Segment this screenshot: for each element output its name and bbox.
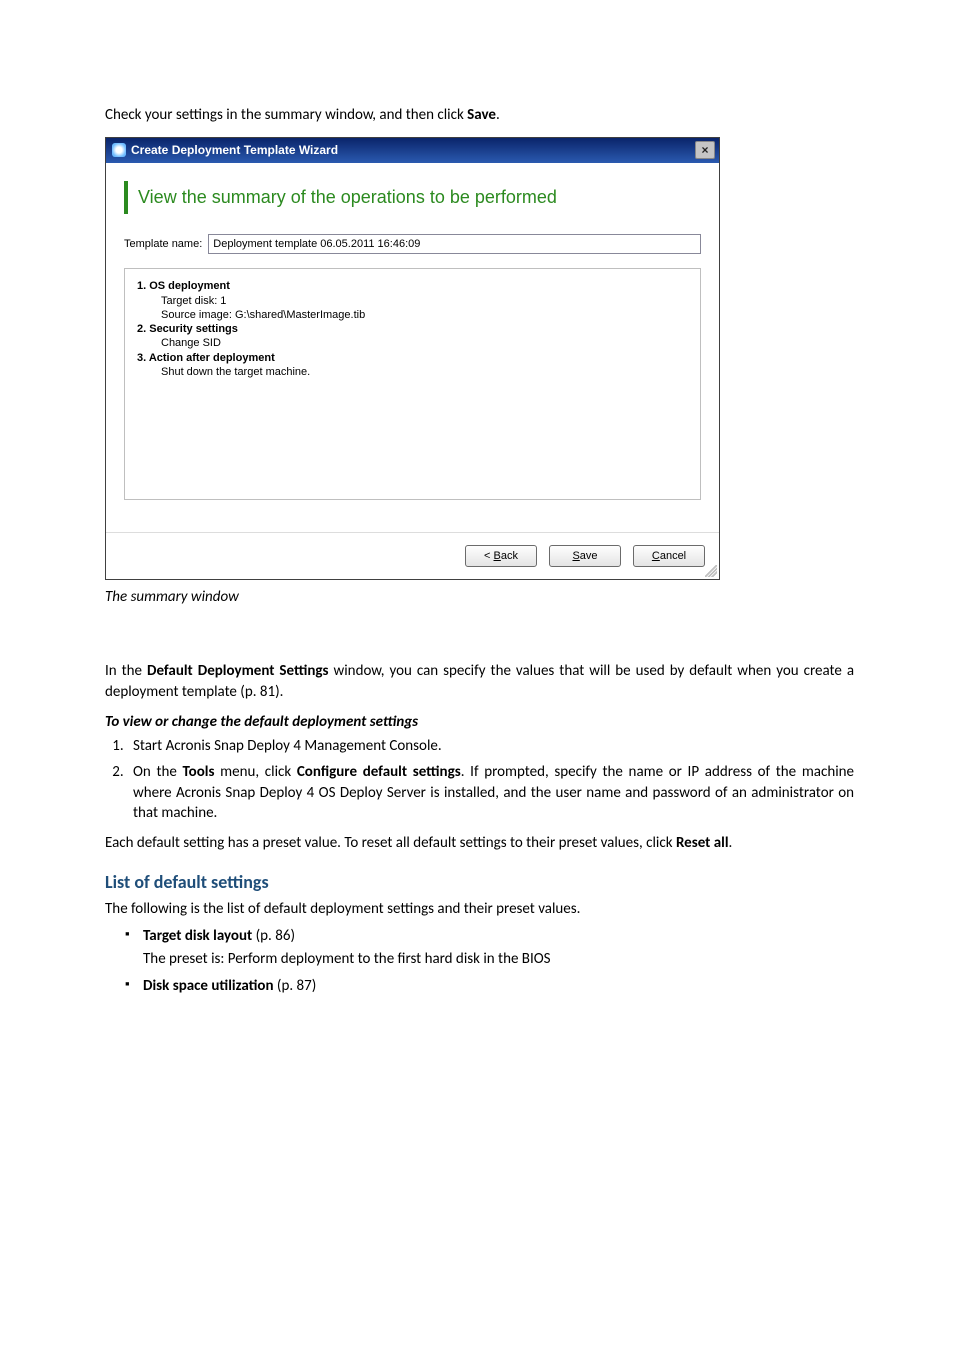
intro-paragraph: Check your settings in the summary windo… [105, 105, 854, 125]
cancel-mnemonic: C [652, 550, 660, 562]
default-settings-list: Target disk layout (p. 86) [105, 926, 854, 946]
close-icon: × [701, 144, 708, 156]
back-button[interactable]: < Back [465, 545, 537, 567]
view-change-heading: To view or change the default deployment… [105, 712, 854, 732]
close-button[interactable]: × [695, 141, 715, 159]
step-2c: menu, click [214, 763, 296, 781]
wizard-window: Create Deployment Template Wizard × View… [105, 137, 720, 580]
p2-a: In the [105, 662, 147, 680]
p3-c: . [729, 834, 733, 852]
b2-label: Disk space utilization [143, 977, 274, 995]
p3-b: Reset all [676, 834, 729, 852]
list-heading: List of default settings [105, 871, 854, 893]
step-2a: On the [133, 763, 183, 781]
template-name-row: Template name: [124, 234, 701, 254]
save-mnemonic: S [572, 550, 579, 562]
template-name-input[interactable] [208, 234, 701, 254]
bullet-target-disk-layout: Target disk layout (p. 86) [129, 926, 854, 946]
template-name-label: Template name: [124, 238, 202, 250]
default-settings-list-2: Disk space utilization (p. 87) [105, 976, 854, 996]
summary-step-1b: Source image: G:\shared\MasterImage.tib [137, 308, 688, 322]
bullet-disk-space-utilization: Disk space utilization (p. 87) [129, 976, 854, 996]
p2-b: Default Deployment Settings [147, 662, 329, 680]
reset-paragraph: Each default setting has a preset value.… [105, 833, 854, 853]
summary-step-2a: Change SID [137, 336, 688, 350]
step-2b: Tools [183, 763, 215, 781]
steps-list: Start Acronis Snap Deploy 4 Management C… [105, 736, 854, 823]
wizard-button-row: < Back Save Cancel [106, 532, 719, 579]
default-settings-paragraph: In the Default Deployment Settings windo… [105, 661, 854, 702]
b2-ref: (p. 87) [274, 977, 317, 995]
app-icon [112, 143, 126, 157]
intro-save-word: Save [467, 106, 496, 124]
wizard-heading: View the summary of the operations to be… [124, 181, 701, 214]
summary-step-2: 2. Security settings [137, 322, 688, 336]
step-2: On the Tools menu, click Configure defau… [127, 762, 854, 823]
window-titlebar: Create Deployment Template Wizard × [106, 138, 719, 163]
resize-grip-icon [705, 565, 717, 577]
cancel-button[interactable]: Cancel [633, 545, 705, 567]
list-intro: The following is the list of default dep… [105, 899, 854, 919]
summary-step-3a: Shut down the target machine. [137, 365, 688, 379]
p3-a: Each default setting has a preset value.… [105, 834, 676, 852]
step-1: Start Acronis Snap Deploy 4 Management C… [127, 736, 854, 756]
b1-ref: (p. 86) [252, 927, 295, 945]
summary-step-1: 1. OS deployment [137, 279, 688, 293]
summary-panel: 1. OS deployment Target disk: 1 Source i… [124, 268, 701, 500]
b1-label: Target disk layout [143, 927, 252, 945]
b1-preset: The preset is: Perform deployment to the… [105, 950, 854, 968]
step-2d: Configure default settings [297, 763, 461, 781]
intro-prefix: Check your settings in the summary windo… [105, 106, 467, 124]
save-button[interactable]: Save [549, 545, 621, 567]
summary-step-3: 3. Action after deployment [137, 351, 688, 365]
intro-suffix: . [496, 106, 500, 124]
summary-step-1a: Target disk: 1 [137, 294, 688, 308]
back-mnemonic: B [494, 550, 501, 562]
screenshot-caption: The summary window [105, 588, 854, 606]
window-title: Create Deployment Template Wizard [131, 143, 338, 157]
